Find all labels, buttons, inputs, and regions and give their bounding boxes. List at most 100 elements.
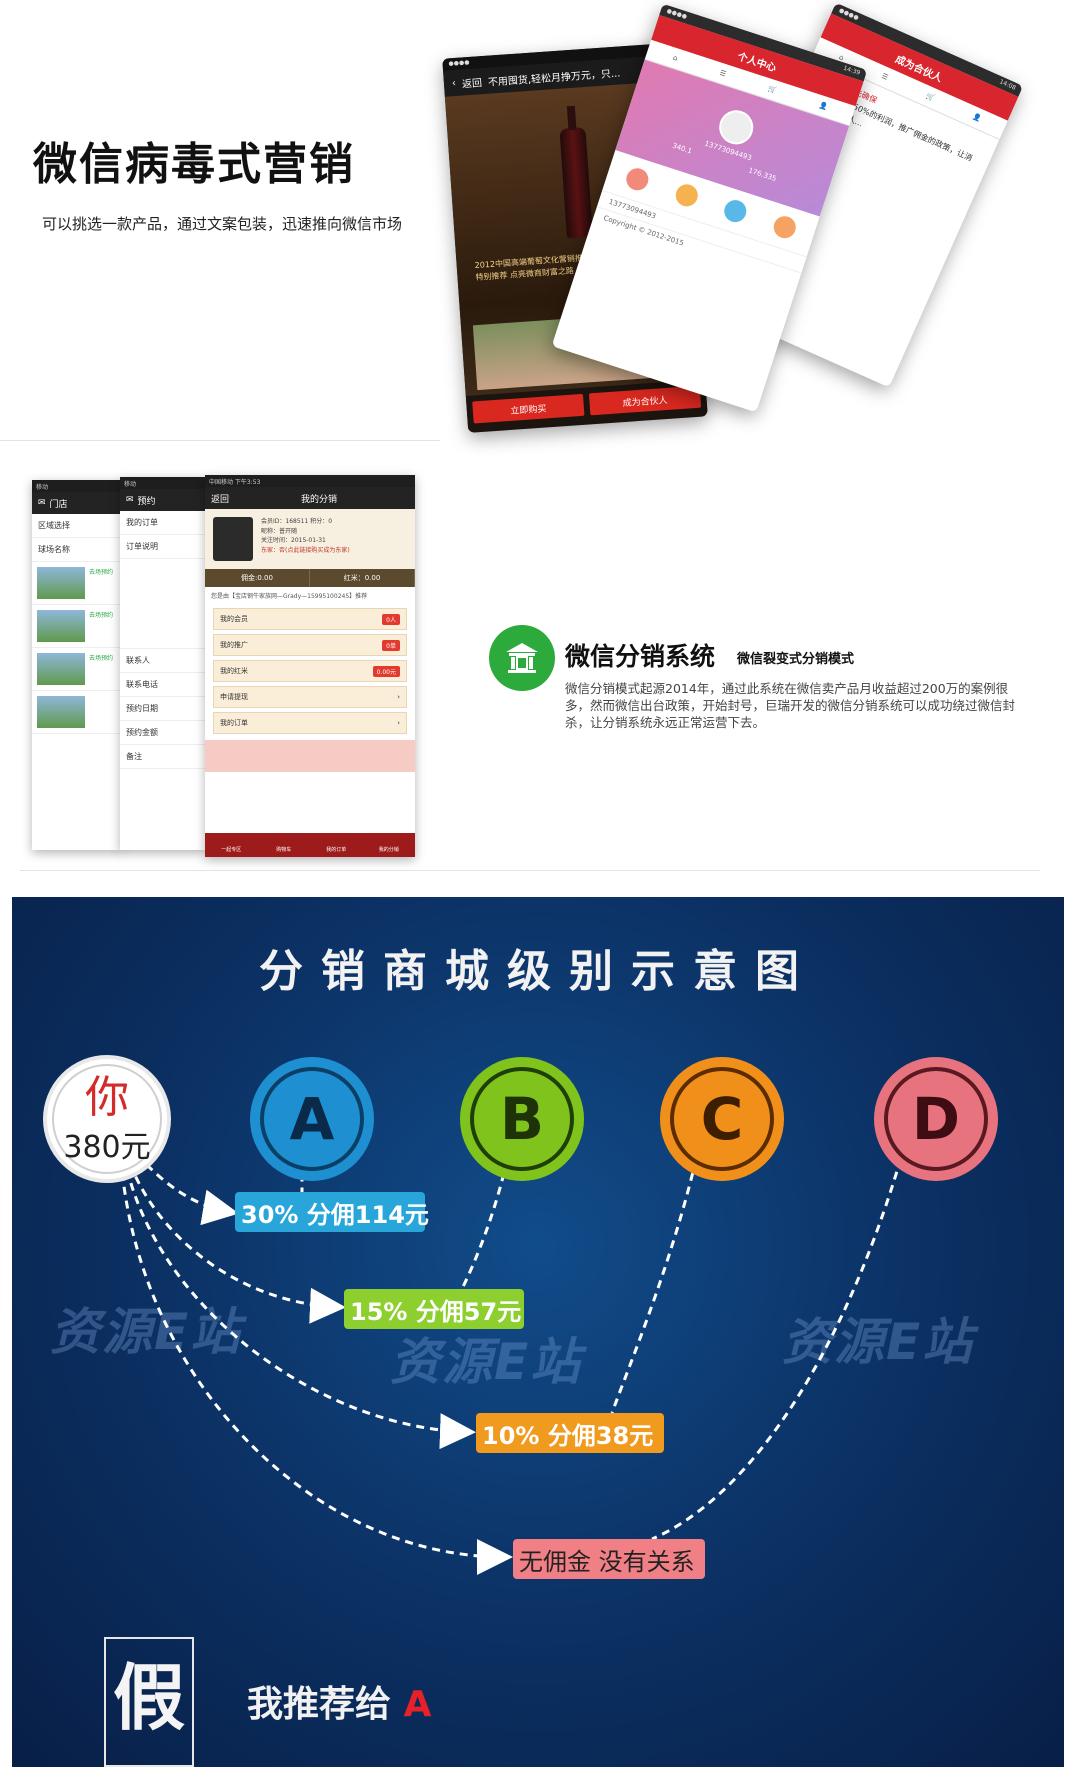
back-label[interactable]: 返回 [211, 492, 229, 505]
you-amount: 380元 [63, 1130, 150, 1165]
spacer [120, 559, 205, 649]
form-row[interactable]: 联系人 [120, 649, 205, 673]
store-phone: 移动 ✉ 门店 区域选择 球场名称 去场预约 去场预约 去场预约 [32, 480, 122, 850]
chevron-right-icon: › [397, 719, 400, 727]
course-row[interactable]: 球场名称 [32, 538, 122, 562]
orders-icon[interactable] [623, 165, 652, 194]
menu-item-red[interactable]: 我的红米 0.00元 [213, 660, 407, 682]
tab-orders[interactable]: 我的订单 [310, 833, 363, 857]
distribution-phone: 中国移动 下午3:53 返回 我的分销 会员ID：168511 积分：0 昵称：… [205, 475, 415, 857]
status-bar: 中国移动 下午3:53 [205, 475, 415, 487]
form-row[interactable]: 我的订单 [120, 511, 205, 535]
region-row[interactable]: 区域选择 [32, 514, 122, 538]
promotion-icon[interactable] [771, 213, 799, 242]
footer-band [205, 740, 415, 772]
count-badge: 0单 [382, 639, 400, 651]
form-row[interactable]: 联系电话 [120, 673, 205, 697]
follow-time: 关注时间：2015-01-31 [261, 537, 326, 545]
user-icon[interactable]: 👤 [818, 101, 829, 111]
list-item[interactable]: 去场预约 [32, 605, 122, 648]
tab-bar: 一起专区 购物车 我的订单 我的分销 [205, 833, 415, 857]
level-d-letter: D [912, 1085, 960, 1153]
stat-right: 176.335 [747, 165, 778, 183]
menu-label: 我的红米 [220, 667, 248, 675]
menu-item-promotion[interactable]: 我的推广 0单 [213, 634, 407, 656]
recommend-label: 我推荐给 [247, 1684, 392, 1725]
book-tag[interactable]: 去场预约 [89, 610, 113, 642]
store-logo-icon [489, 625, 555, 691]
level-b-letter: B [500, 1085, 544, 1153]
nav-bar: 返回 我的分销 [205, 487, 415, 509]
status-bar: 移动 [120, 477, 205, 489]
menu-item-orders[interactable]: 我的订单 › [213, 712, 407, 734]
arrow-to-c [120, 1141, 476, 1450]
chevron-right-icon: › [397, 693, 400, 701]
back-label[interactable]: 返回 [461, 74, 483, 90]
distribution-level-poster: 分销商城级别示意图 资源E站 资源E站 资源E站 你 380元 A B C D … [12, 897, 1064, 1767]
book-tag[interactable]: 去场预约 [89, 653, 113, 685]
stat-left: 340.1 [671, 141, 693, 156]
course-image [37, 653, 85, 685]
tab-home[interactable]: 一起专区 [205, 833, 258, 857]
recommend-target: A [403, 1684, 432, 1725]
avatar [714, 105, 758, 149]
course-image [37, 610, 85, 642]
list-item[interactable]: 去场预约 [32, 648, 122, 691]
divider [0, 440, 440, 441]
nav-title: 我的分销 [301, 494, 338, 505]
divider [20, 870, 1040, 871]
booking-phone: 移动 ✉ 预约 我的订单 订单说明 联系人 联系电话 预约日期 预约金额 备注 [120, 477, 205, 850]
back-icon[interactable]: ‹ [452, 77, 457, 88]
form-row[interactable]: 预约日期 [120, 697, 205, 721]
recommend-text: 我推荐给 A [247, 1675, 431, 1727]
level-a-commission: 30% 分佣114元 [235, 1192, 429, 1232]
menu-label: 我的推广 [220, 641, 248, 649]
book-tag[interactable]: 去场预约 [89, 567, 113, 599]
profile-info: 会员ID：168511 积分：0 昵称：普开随 关注时间：2015-01-31 … [261, 517, 350, 561]
level-c-commission: 10% 分佣38元 [476, 1413, 664, 1453]
cart-icon[interactable]: 🛒 [767, 85, 778, 95]
form-row[interactable]: 订单说明 [120, 535, 205, 559]
wechat-icon: ✉ [126, 495, 134, 505]
dealer-link[interactable]: 东家：否(点此链接购买成为东家) [261, 546, 350, 556]
distribution-subtitle: 微信裂变式分销模式 [737, 652, 855, 667]
menu-label: 我的会员 [220, 615, 248, 623]
distribution-description: 微信分销模式起源2014年，通过此系统在微信卖产品月收益超过200万的案例很多，… [565, 681, 1016, 730]
members-icon[interactable] [672, 181, 701, 210]
wechat-icon: ✉ [38, 498, 46, 508]
nav-bar: ✉ 门店 [32, 492, 122, 514]
recommender-note: 您是由【宝店钢牛家族网—Grady—15995100245】推荐 [211, 593, 368, 600]
fake-char: 假 [112, 1656, 185, 1740]
order-icon[interactable]: ☰ [880, 72, 889, 82]
menu-item-withdraw[interactable]: 申请提现 › [213, 686, 407, 708]
course-image [37, 567, 85, 599]
menu-label: 申请提现 [220, 693, 248, 701]
cart-icon[interactable]: 🛒 [925, 92, 936, 103]
nickname: 昵称：普开随 [261, 527, 298, 535]
form-row[interactable]: 预约金额 [120, 721, 205, 745]
list-item[interactable] [32, 691, 122, 734]
course-image [37, 696, 85, 728]
red-value: 红米：0.00 [310, 569, 415, 587]
nav-bar: ✉ 预约 [120, 489, 205, 511]
profile-header: 会员ID：168511 积分：0 昵称：普开随 关注时间：2015-01-31 … [205, 509, 415, 569]
nav-title: 不用囤货,轻松月挣万元，只... [487, 67, 621, 89]
become-partner-button[interactable]: 成为合伙人 [588, 385, 702, 416]
menu-label: 我的订单 [220, 719, 248, 727]
form-row[interactable]: 备注 [120, 745, 205, 769]
commission-icon[interactable] [721, 197, 750, 226]
order-icon[interactable]: ☰ [719, 69, 727, 79]
tab-distribution[interactable]: 我的分销 [363, 833, 416, 857]
home-icon[interactable]: ⌂ [672, 54, 679, 63]
list-item[interactable]: 去场预约 [32, 562, 122, 605]
menu-item-members[interactable]: 我的会员 0人 [213, 608, 407, 630]
nav-title: 门店 [49, 499, 68, 510]
count-badge: 0人 [382, 613, 400, 625]
level-a-letter: A [290, 1085, 335, 1153]
user-icon[interactable]: 👤 [971, 112, 982, 123]
level-c-letter: C [701, 1085, 744, 1153]
wine-bottle-image [559, 127, 593, 239]
tab-cart[interactable]: 购物车 [258, 833, 311, 857]
you-label: 你 [85, 1072, 129, 1123]
buy-now-button[interactable]: 立即购买 [472, 393, 585, 424]
